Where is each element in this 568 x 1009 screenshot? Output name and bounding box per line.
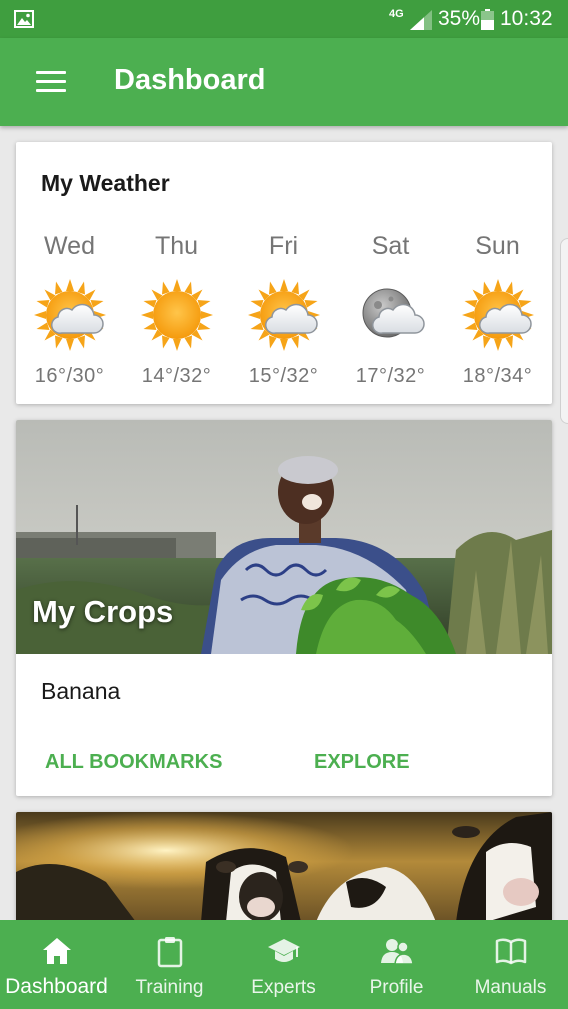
livestock-card[interactable] [16,812,552,922]
day-temp: 17°/32° [355,365,426,387]
battery-icon [481,9,494,30]
nav-manuals[interactable]: Manuals [454,920,567,1009]
clock: 10:32 [500,7,553,30]
app-bar: Dashboard [0,38,568,126]
network-type: 4G [389,8,404,20]
sun-cloud-icon [460,277,536,353]
sun-cloud-icon [32,277,108,353]
nav-training[interactable]: Training [113,920,226,1009]
bottom-navigation: Dashboard Training Experts Profile Manua… [0,920,568,1009]
people-icon [380,939,414,965]
crops-title: My Crops [32,594,174,629]
cows-photo [16,812,552,922]
nav-dashboard[interactable]: Dashboard [0,920,113,1009]
book-icon [495,938,526,965]
weather-day-sun: Sun 18°/34° [444,232,551,388]
explore-button[interactable]: EXPLORE [314,751,410,774]
nav-label: Manuals [474,977,547,998]
nav-experts[interactable]: Experts [227,920,340,1009]
weather-day-sat: Sat 17°/32° [337,232,444,388]
sun-icon [139,277,215,353]
scroll-edge-indicator [560,238,568,424]
nav-label: Profile [369,977,424,998]
hamburger-menu-icon[interactable] [36,71,66,93]
crop-item[interactable]: Banana [41,678,120,705]
weather-card[interactable]: My Weather Wed 16°/30° Thu 14°/32° Fri 1… [16,142,552,404]
signal-icon [410,10,432,30]
nav-label: Training [135,977,204,998]
day-name: Fri [268,232,299,260]
status-bar: 4G 35% 10:32 [0,0,568,38]
gallery-notification-icon [14,10,34,28]
clipboard-icon [157,937,182,968]
day-temp: 14°/32° [141,365,212,387]
day-name: Sun [475,232,520,260]
page-title: Dashboard [114,64,266,96]
day-name: Sat [371,232,410,260]
nav-profile[interactable]: Profile [340,920,453,1009]
nav-label: Dashboard [5,975,108,998]
weather-day-thu: Thu 14°/32° [123,232,230,388]
day-temp: 18°/34° [462,365,533,387]
weather-day-wed: Wed 16°/30° [16,232,123,388]
battery-percent: 35% [438,7,481,30]
nav-label: Experts [251,977,316,998]
graduation-cap-icon [267,939,300,962]
day-name: Wed [44,232,95,260]
home-icon [42,938,71,964]
sun-cloud-icon [246,277,322,353]
day-temp: 16°/30° [34,365,105,387]
day-temp: 15°/32° [248,365,319,387]
weather-heading: My Weather [41,170,170,196]
moon-cloud-icon [362,288,429,338]
crops-card[interactable]: My Crops Banana ALL BOOKMARKS EXPLORE [16,420,552,796]
all-bookmarks-button[interactable]: ALL BOOKMARKS [45,751,222,774]
day-name: Thu [154,232,199,260]
weather-day-fri: Fri 15°/32° [230,232,337,388]
